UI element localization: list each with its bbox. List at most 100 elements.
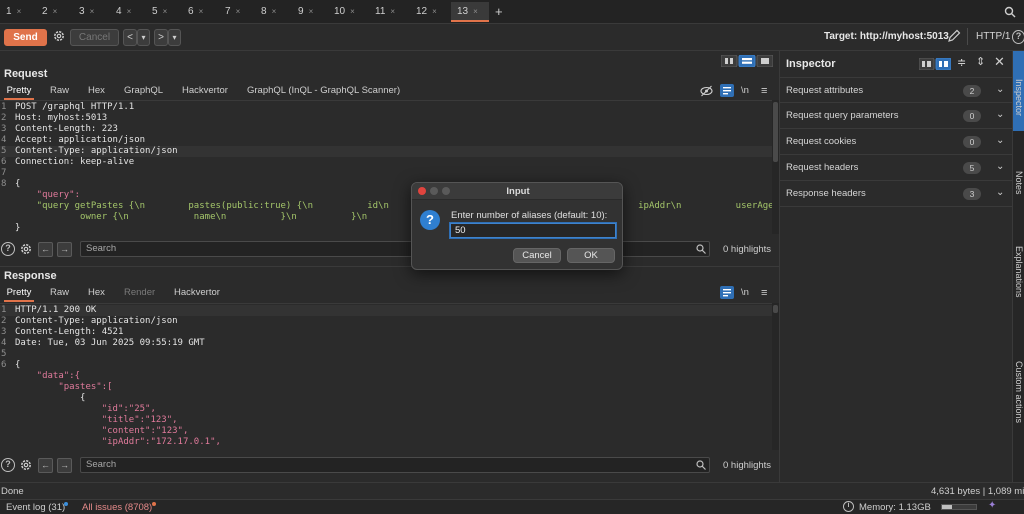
close-icon[interactable]: × (432, 7, 437, 16)
send-button[interactable]: Send (4, 29, 47, 46)
right-side-rail: Inspector Notes Explanations Custom acti… (1012, 51, 1024, 482)
tab-3[interactable]: 3 × (73, 2, 107, 22)
protocol-selector[interactable]: HTTP/1 (976, 31, 1010, 42)
pretty-format-icon[interactable] (720, 286, 734, 299)
gear-icon[interactable] (52, 29, 66, 43)
tab-7[interactable]: 7 × (219, 2, 253, 22)
add-tab-button[interactable]: + (493, 2, 509, 22)
response-size-timing: 4,631 bytes | 1,089 mil (931, 486, 1024, 497)
search-icon[interactable] (1004, 6, 1016, 18)
close-icon[interactable]: × (163, 7, 168, 16)
all-issues-link[interactable]: All issues (8708) (82, 502, 152, 513)
previous-match-button[interactable]: ← (38, 458, 53, 473)
menu-icon[interactable]: ≡ (761, 84, 767, 100)
close-icon[interactable]: × (90, 7, 95, 16)
close-icon[interactable]: ✕ (994, 54, 1005, 70)
ok-button[interactable]: OK (567, 248, 615, 263)
pretty-format-icon[interactable] (720, 84, 734, 97)
help-icon[interactable]: ? (1012, 30, 1024, 44)
tab-4[interactable]: 4 × (110, 2, 144, 22)
close-icon[interactable]: × (199, 7, 204, 16)
tab-8[interactable]: 8 × (255, 2, 289, 22)
tab-11[interactable]: 11 × (369, 2, 405, 22)
rail-tab-inspector[interactable]: Inspector (1014, 79, 1024, 116)
close-icon[interactable]: × (17, 7, 22, 16)
tab-hackvertor[interactable]: Hackvertor (174, 286, 220, 302)
inspector-row-request-attributes[interactable]: Request attributes 2 ⌄ (780, 77, 1013, 103)
count-badge: 5 (963, 162, 981, 174)
tab-inql[interactable]: GraphQL (InQL - GraphQL Scanner) (247, 84, 400, 100)
tab-2[interactable]: 2 × (36, 2, 70, 22)
previous-match-button[interactable]: ← (38, 242, 53, 257)
inspector-row-request-cookies[interactable]: Request cookies 0 ⌄ (780, 129, 1013, 155)
tab-raw[interactable]: Raw (50, 84, 69, 100)
tab-strip: 1 × 2 × 3 × 4 × 5 × 6 × 7 × 8 × 9 × 10 × 11 × 12 × 1… (0, 0, 1024, 24)
newline-toggle[interactable]: \n (741, 286, 749, 302)
scrollbar[interactable] (772, 100, 779, 234)
response-search-input[interactable]: Search (80, 457, 710, 473)
tab-graphql[interactable]: GraphQL (124, 84, 163, 100)
tab-hex[interactable]: Hex (88, 84, 105, 100)
collapse-icon[interactable]: ⇕ (976, 55, 985, 68)
next-match-button[interactable]: → (57, 242, 72, 257)
inspector-row-response-headers[interactable]: Response headers 3 ⌄ (780, 181, 1013, 207)
layout-toggle-icons[interactable] (919, 58, 951, 70)
cancel-button[interactable]: Cancel (513, 248, 561, 263)
close-icon[interactable]: × (127, 7, 132, 16)
code-line-current: 5 Content-Type: application/json (0, 146, 772, 157)
inspector-panel: Inspector ≑ ⇕ ✕ Request attributes 2 ⌄ Req… (779, 51, 1013, 482)
align-icon[interactable]: ≑ (957, 56, 966, 69)
rail-tab-custom-actions[interactable]: Custom actions (1014, 361, 1024, 423)
info-icon[interactable]: i (843, 501, 854, 512)
pencil-icon[interactable] (947, 29, 961, 43)
gear-icon[interactable] (19, 458, 33, 472)
event-log-link[interactable]: Event log (31) (6, 502, 65, 513)
close-icon[interactable]: × (350, 7, 355, 16)
scrollbar[interactable] (772, 303, 779, 450)
close-icon[interactable]: × (272, 7, 277, 16)
input-dialog: Input ? Enter number of aliases (default… (411, 182, 623, 270)
request-editor[interactable]: 1 POST /graphql HTTP/1.1 2 Host: myhost:50… (0, 100, 772, 234)
aliases-input[interactable]: 50 (450, 223, 616, 238)
tab-raw[interactable]: Raw (50, 286, 69, 302)
tab-hex[interactable]: Hex (88, 286, 105, 302)
cancel-button[interactable]: Cancel (70, 29, 119, 46)
menu-icon[interactable]: ≡ (761, 286, 767, 302)
newline-toggle[interactable]: \n (741, 84, 749, 100)
close-icon[interactable]: × (236, 7, 241, 16)
tab-hackvertor[interactable]: Hackvertor (182, 84, 228, 100)
inspector-row-request-query-parameters[interactable]: Request query parameters 0 ⌄ (780, 103, 1013, 129)
tab-5[interactable]: 5 × (146, 2, 180, 22)
back-button[interactable]: < (123, 29, 137, 46)
response-tabs: Pretty Raw Hex Render Hackvertor \n ≡ (0, 286, 779, 302)
close-icon[interactable]: × (473, 7, 478, 16)
tab-9[interactable]: 9 × (292, 2, 326, 22)
tab-pretty[interactable]: Pretty (4, 286, 34, 302)
rail-tab-notes[interactable]: Notes (1014, 171, 1024, 195)
close-icon[interactable]: × (390, 7, 395, 16)
ai-sparkle-icon[interactable]: ✦ (988, 500, 996, 511)
tab-6[interactable]: 6 × (182, 2, 216, 22)
request-tabs: Pretty Raw Hex GraphQL Hackvertor GraphQ… (0, 84, 779, 100)
gear-icon[interactable] (19, 242, 33, 256)
eye-off-icon[interactable] (700, 85, 713, 97)
close-icon[interactable]: × (309, 7, 314, 16)
help-icon[interactable]: ? (1, 242, 15, 256)
back-history-dropdown[interactable]: ▾ (137, 29, 150, 46)
tab-render[interactable]: Render (124, 286, 155, 302)
next-match-button[interactable]: → (57, 458, 72, 473)
tab-12[interactable]: 12 × (410, 2, 448, 22)
tab-13[interactable]: 13 × (451, 2, 489, 22)
forward-history-dropdown[interactable]: ▾ (168, 29, 181, 46)
tab-pretty[interactable]: Pretty (4, 84, 34, 100)
rail-tab-explanations[interactable]: Explanations (1014, 246, 1024, 298)
close-icon[interactable]: × (53, 7, 58, 16)
help-icon[interactable]: ? (1, 458, 15, 472)
inspector-row-request-headers[interactable]: Request headers 5 ⌄ (780, 155, 1013, 181)
tab-1[interactable]: 1 × (0, 2, 34, 22)
tab-10[interactable]: 10 × (328, 2, 366, 22)
layout-toggle-icons[interactable] (721, 55, 773, 67)
response-editor[interactable]: 1 HTTP/1.1 200 OK 2 Content-Type: applicat… (0, 303, 772, 450)
forward-button[interactable]: > (154, 29, 168, 46)
inspector-title: Inspector (786, 58, 836, 70)
